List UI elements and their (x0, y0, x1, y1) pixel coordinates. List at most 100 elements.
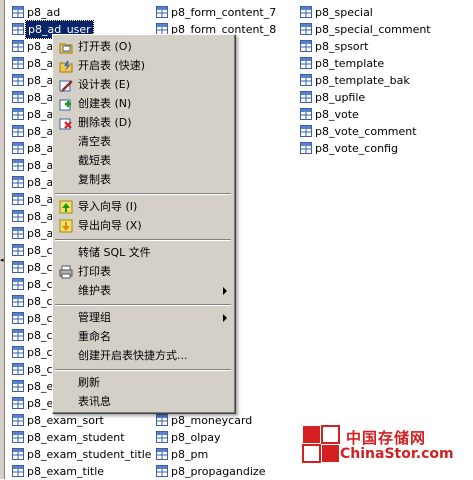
table-icon (12, 295, 24, 307)
table-icon (12, 329, 24, 341)
table-name: p8_c (27, 295, 53, 308)
table-icon (12, 23, 24, 35)
table-icon (156, 465, 168, 477)
design-table-icon (59, 78, 73, 93)
table-name: p8_vote_comment (315, 125, 417, 138)
table-name: p8_c (27, 261, 53, 274)
menu-separator (55, 193, 231, 195)
watermark-en-text: ChinaStor.com (340, 446, 454, 462)
menu-item-label: 设计表 (E) (78, 78, 131, 91)
table-icon (156, 414, 168, 426)
table-icon (12, 193, 24, 205)
table-name: p8_e (27, 397, 54, 410)
menu-item[interactable]: 创建开启表快捷方式... (53, 347, 235, 365)
table-icon (300, 74, 312, 86)
menu-item-label: 打开表 (O) (78, 40, 132, 53)
delete-table-icon (59, 116, 73, 130)
table-name: p8_exam_sort (27, 414, 104, 427)
menu-item[interactable]: 开启表 (快速) (53, 57, 235, 75)
table-icon (300, 40, 312, 52)
table-icon (12, 431, 24, 443)
menu-item[interactable]: 管理组 (53, 309, 235, 327)
menu-item[interactable]: 表讯息 (53, 393, 235, 411)
table-name: p8_a (27, 57, 54, 70)
menu-item[interactable]: 导出向导 (X) (53, 217, 235, 235)
menu-item[interactable]: 截短表 (53, 152, 235, 170)
menu-item-label: 管理组 (78, 311, 111, 324)
table-name: p8_spsort (315, 40, 369, 53)
table-name: p8_c (27, 312, 53, 325)
table-name: p8_exam_student (27, 431, 125, 444)
table-name: p8_template (315, 57, 385, 70)
menu-item-label: 创建表 (N) (78, 97, 132, 110)
table-name: p8_a (27, 210, 54, 223)
table-name: p8_a (27, 91, 54, 104)
printer-icon (59, 265, 73, 279)
menu-item[interactable]: 清空表 (53, 133, 235, 151)
splitter-grip-icon[interactable]: ◂ (0, 255, 4, 265)
menu-item[interactable]: 导入向导 (I) (53, 198, 235, 216)
table-name: p8_moneycard (171, 414, 253, 427)
menu-item[interactable]: 打开表 (O) (53, 38, 235, 56)
menu-item[interactable]: 删除表 (D) (53, 114, 235, 132)
table-icon (300, 91, 312, 103)
table-icon (12, 159, 24, 171)
menu-item[interactable]: 刷新 (53, 374, 235, 392)
table-icon (300, 108, 312, 120)
table-name: p8_c (27, 244, 53, 257)
submenu-arrow-icon (223, 314, 227, 322)
table-name: p8_c (27, 346, 53, 359)
table-icon (12, 380, 24, 392)
menu-item-label: 截短表 (78, 154, 111, 167)
menu-item-label: 删除表 (D) (78, 116, 132, 129)
table-icon (12, 176, 24, 188)
menu-item[interactable]: 设计表 (E) (53, 76, 235, 94)
menu-item-label: 转储 SQL 文件 (78, 246, 151, 259)
context-menu: 打开表 (O) 开启表 (快速) 设计表 (E) 创建表 (N) 删除表 (D) 清空表截… (52, 34, 236, 414)
table-name: p8_ad (27, 6, 61, 19)
menu-item-label: 刷新 (78, 376, 100, 389)
table-icon (12, 108, 24, 120)
table-name: p8_a (27, 193, 54, 206)
table-name: p8_c (27, 278, 53, 291)
table-name: p8_template_bak (315, 74, 410, 87)
table-icon (12, 465, 24, 477)
menu-item-label: 打印表 (78, 265, 111, 278)
table-name: p8_a (27, 125, 54, 138)
table-name: p8_c (27, 329, 53, 342)
table-icon (12, 227, 24, 239)
table-icon (12, 448, 24, 460)
menu-item-label: 清空表 (78, 135, 111, 148)
menu-item[interactable]: 重命名 (53, 328, 235, 346)
table-icon (12, 244, 24, 256)
table-icon (300, 142, 312, 154)
import-wizard-icon (59, 200, 73, 214)
menu-item-label: 导出向导 (X) (78, 219, 142, 232)
table-icon (12, 346, 24, 358)
export-wizard-icon (59, 219, 73, 233)
open-table-icon (59, 40, 73, 54)
menu-item-label: 开启表 (快速) (78, 59, 146, 72)
table-name: p8_a (27, 108, 54, 121)
table-name: p8_special_comment (315, 23, 431, 36)
menu-item[interactable]: 创建表 (N) (53, 95, 235, 113)
table-name: p8_a (27, 227, 54, 240)
table-icon (156, 6, 168, 18)
menu-item[interactable]: 复制表 (53, 171, 235, 189)
table-icon (12, 57, 24, 69)
menu-separator (55, 304, 231, 306)
menu-item[interactable]: 转储 SQL 文件 (53, 244, 235, 262)
table-icon (12, 261, 24, 273)
menu-item[interactable]: 打印表 (53, 263, 235, 281)
table-icon (12, 414, 24, 426)
table-name: p8_a (27, 40, 54, 53)
table-name: p8_form_content_7 (171, 6, 277, 19)
menu-item[interactable]: 维护表 (53, 282, 235, 300)
table-name: p8_a (27, 142, 54, 155)
open-table-quick-icon (59, 59, 73, 73)
table-name: p8_exam_student_title (27, 448, 152, 461)
table-name: p8_pm (171, 448, 209, 461)
left-splitter[interactable]: ◂ (0, 0, 5, 479)
table-name: p8_upfile (315, 91, 366, 104)
table-name: p8_a (27, 176, 54, 189)
